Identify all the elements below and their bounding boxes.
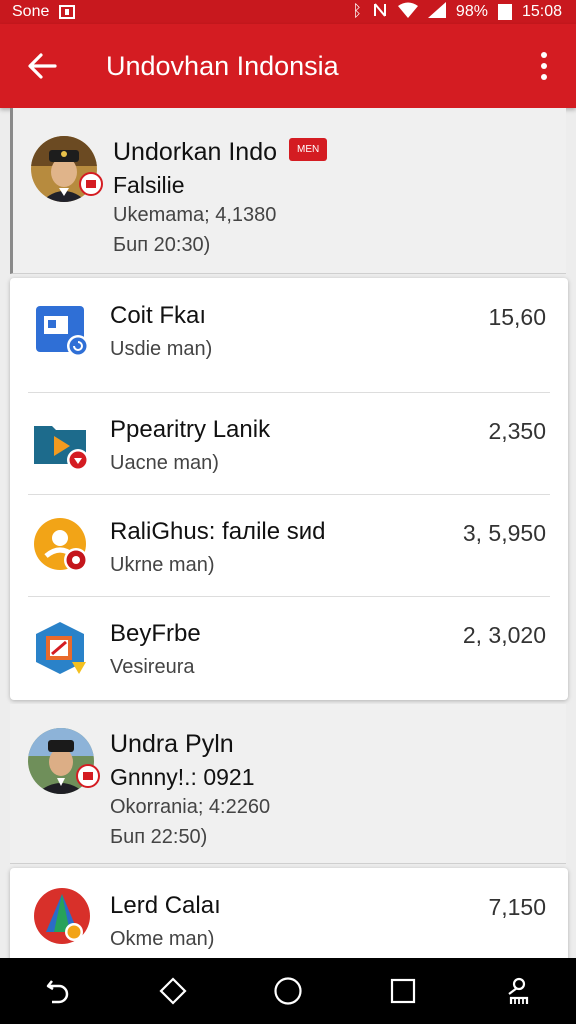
back-nav-icon: [46, 980, 68, 1004]
accessibility-icon: [508, 977, 529, 1004]
item-amount: 3, 5,950: [462, 520, 546, 546]
more-options-button[interactable]: [512, 24, 576, 108]
status-left: Sone: [12, 3, 76, 21]
edit-hexagon-icon: [36, 622, 86, 674]
content-list: Undorkan Indo MEN Falsilie Ukemama; 4,138…: [0, 108, 576, 958]
signal-icon: [427, 1, 446, 23]
accessibility-button[interactable]: [488, 961, 548, 1021]
contact-name: Undra Pyln: [110, 730, 234, 758]
list-item[interactable]: RaliGhus: fалile sиd Ukrne man) 3, 5,950: [10, 494, 568, 596]
battery-icon: [497, 4, 512, 20]
list-item[interactable]: Lerd Calaı Okme man) 7,150: [10, 868, 568, 958]
wifi-icon: [397, 2, 418, 23]
arrow-left-icon: [28, 53, 57, 79]
item-subtitle: Ukrne man): [110, 554, 215, 576]
new-badge: MEN: [289, 137, 328, 161]
status-right: ᛒ 98% 15:08: [352, 1, 562, 23]
contact-badge-icon: [79, 172, 103, 196]
contact-item[interactable]: Undra Pyln Gnnny!.: 0921 Okorrania; 4:22…: [10, 704, 566, 864]
home-circle-icon: [274, 977, 302, 1005]
contact-subtitle: Gnnny!.: 0921: [110, 764, 255, 790]
item-subtitle: Vesireura: [110, 656, 195, 678]
item-title: RaliGhus: fалile sиd: [110, 518, 326, 545]
recents-button[interactable]: [373, 961, 433, 1021]
contact-detail: Okorrania; 4:2260: [110, 796, 271, 818]
item-amount: 7,150: [488, 894, 546, 920]
transactions-card: Coit Fkaı Usdie man) 15,60 Ppearitry Lan…: [10, 278, 568, 700]
contact-subtitle: Falsilie: [113, 172, 185, 198]
back-button[interactable]: [0, 24, 84, 108]
transactions-card: Lerd Calaı Okme man) 7,150: [10, 868, 568, 958]
item-title: Lerd Calaı: [110, 892, 221, 919]
item-amount: 2, 3,020: [462, 622, 546, 648]
item-subtitle: Uacne man): [110, 452, 219, 474]
home-button[interactable]: [258, 961, 318, 1021]
item-title: Ppearitry Lanik: [110, 416, 271, 443]
contact-time: Бuп 22:50): [110, 826, 208, 848]
notification-box-icon: [59, 5, 76, 19]
status-bar: Sone ᛒ 98% 15:08: [0, 0, 576, 24]
contact-item[interactable]: Undorkan Indo MEN Falsilie Ukemama; 4,138…: [10, 108, 566, 274]
diamond-nav-button[interactable]: [143, 961, 203, 1021]
diamond-icon: [159, 977, 187, 1005]
item-amount: 15,60: [488, 304, 546, 330]
item-title: Coit Fkaı: [110, 302, 207, 329]
mute-icon: [372, 2, 388, 22]
item-title: BeyFrbe: [110, 620, 201, 647]
app-bar: Undovhan Indonsia: [0, 24, 576, 108]
folder-video-icon: [34, 426, 89, 471]
user-circle-icon: [34, 518, 88, 572]
battery-percent: 98%: [455, 3, 488, 20]
list-item[interactable]: Ppearitry Lanik Uacne man) 2,350: [10, 392, 568, 494]
list-item[interactable]: Coit Fkaı Usdie man) 15,60: [10, 278, 568, 392]
back-nav-button[interactable]: [28, 961, 88, 1021]
clock: 15:08: [521, 3, 562, 20]
more-vert-icon: [541, 52, 547, 58]
page-title: Undovhan Indonsia: [106, 50, 339, 81]
bluetooth-icon: ᛒ: [352, 3, 362, 20]
contact-detail: Ukemama; 4,1380: [113, 204, 277, 226]
carrier-label: Sone: [12, 3, 50, 20]
contact-name: Undorkan Indo MEN: [113, 137, 328, 167]
list-item[interactable]: BeyFrbe Vesireura 2, 3,020: [10, 596, 568, 700]
colorful-tent-icon: [34, 888, 90, 944]
image-app-icon: [36, 306, 89, 357]
item-subtitle: Okme man): [110, 928, 215, 950]
item-subtitle: Usdie man): [110, 338, 213, 360]
recents-square-icon: [391, 978, 416, 1004]
item-amount: 2,350: [488, 418, 546, 444]
contact-time: Бuп 20:30): [113, 234, 211, 256]
contact-badge-icon: [76, 764, 100, 788]
navigation-bar: [0, 958, 576, 1024]
